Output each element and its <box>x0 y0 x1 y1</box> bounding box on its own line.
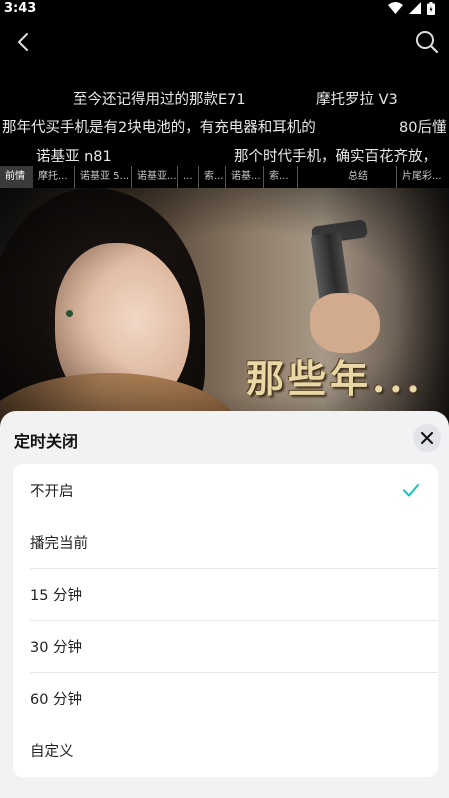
chapter-item[interactable]: 片尾彩... <box>397 166 449 188</box>
danmaku-comment: 诺基亚 n81 <box>36 149 112 165</box>
timer-option-15-min[interactable]: 15 分钟 <box>13 568 438 620</box>
chapter-bar: 前情 摩托... 诺基亚 5... 诺基亚... ... 索... 诺基... … <box>0 166 449 188</box>
chapter-item[interactable]: 诺基亚 5... <box>75 166 132 188</box>
video-subtitle: 那些年... <box>246 356 424 401</box>
status-icons <box>388 1 435 15</box>
timer-option-off[interactable]: 不开启 <box>13 464 438 516</box>
option-label: 不开启 <box>30 483 74 500</box>
battery-icon <box>427 1 435 15</box>
search-icon <box>416 31 439 54</box>
search-button[interactable] <box>413 28 441 56</box>
danmaku-comment: 至今还记得用过的那款E71 <box>73 92 246 108</box>
option-label: 15 分钟 <box>30 587 83 604</box>
close-icon <box>421 432 433 444</box>
timer-option-30-min[interactable]: 30 分钟 <box>13 620 438 672</box>
close-button[interactable] <box>413 424 441 452</box>
timer-option-end-of-current[interactable]: 播完当前 <box>13 516 438 568</box>
timer-options-list: 不开启 播完当前 15 分钟 30 分钟 60 分钟 自定义 <box>13 464 438 777</box>
danmaku-comment: 那年代买手机是有2块电池的，有充电器和耳机的 <box>2 120 316 136</box>
status-time: 3:43 <box>4 0 37 16</box>
wifi-icon <box>388 2 403 14</box>
chapter-item[interactable]: 摩托... <box>33 166 75 188</box>
option-label: 播完当前 <box>30 535 88 552</box>
danmaku-comment: 那个时代手机，确实百花齐放， <box>234 149 437 165</box>
chapter-item[interactable]: 前情 <box>0 166 33 188</box>
top-nav <box>0 22 449 64</box>
danmaku-comment: 摩托罗拉 V3 <box>316 92 398 108</box>
chapter-item[interactable]: 总结 <box>298 166 397 188</box>
option-label: 30 分钟 <box>30 639 83 656</box>
sleep-timer-sheet: 定时关闭 不开启 播完当前 15 分钟 30 分钟 60 分钟 自定义 <box>0 411 449 798</box>
option-label: 自定义 <box>30 743 74 760</box>
status-bar: 3:43 <box>0 0 449 16</box>
check-icon <box>403 484 419 497</box>
chapter-item[interactable]: 诺基... <box>226 166 264 188</box>
timer-option-60-min[interactable]: 60 分钟 <box>13 672 438 724</box>
signal-icon <box>409 2 421 14</box>
sheet-title: 定时关闭 <box>14 432 79 451</box>
back-button[interactable] <box>10 28 38 56</box>
chapter-item[interactable]: ... <box>178 166 199 188</box>
chevron-left-icon <box>17 33 28 51</box>
danmaku-comment: 80后懂 <box>399 120 447 136</box>
chapter-item[interactable]: 索... <box>264 166 298 188</box>
timer-option-custom[interactable]: 自定义 <box>13 724 438 776</box>
video-player[interactable]: 那些年... <box>0 188 449 438</box>
option-label: 60 分钟 <box>30 691 83 708</box>
chapter-item[interactable]: 索... <box>199 166 226 188</box>
chapter-item[interactable]: 诺基亚... <box>132 166 178 188</box>
